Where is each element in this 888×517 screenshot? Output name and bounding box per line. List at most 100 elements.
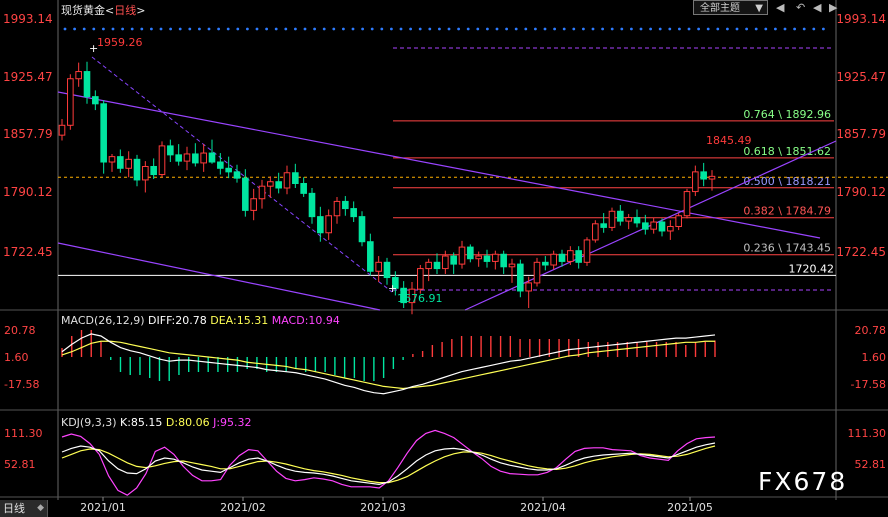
candle-body [458, 246, 466, 265]
event-marker-dot [274, 27, 278, 31]
event-marker-dot [447, 27, 451, 31]
candle-body [233, 171, 241, 179]
theme-dropdown[interactable]: 全部主题 ▼ [693, 0, 768, 15]
candle-body [158, 145, 166, 176]
event-marker-dot [639, 27, 643, 31]
event-marker-dot [783, 27, 787, 31]
event-marker-dot [812, 27, 816, 31]
candle-body [150, 165, 157, 176]
candle-body [692, 171, 699, 193]
candle-body [708, 175, 716, 180]
candle-body [367, 241, 374, 272]
kdj-d-line [61, 445, 716, 484]
event-marker-dot [102, 27, 105, 31]
candle-body [142, 165, 149, 181]
candle-body [267, 181, 274, 187]
event-marker-dot [534, 27, 537, 31]
nav-prev-button[interactable]: ◀ [813, 0, 821, 15]
candle-body [67, 78, 74, 126]
macd-axis-label-left: -17.58 [4, 378, 39, 391]
price-axis-label-left: 1993.14 [3, 12, 53, 26]
candle-body [525, 282, 532, 292]
event-marker-dot [207, 27, 211, 31]
candle-body [600, 223, 607, 228]
candle-body [442, 255, 449, 270]
candle-body [250, 198, 257, 211]
event-marker-dot [178, 27, 182, 31]
candle-body [517, 263, 524, 292]
candle-body [167, 145, 174, 156]
macd-dea: DEA:15.31 [210, 314, 269, 327]
candle-body [200, 152, 207, 164]
event-marker-dot [361, 27, 364, 31]
candle-body [217, 161, 224, 169]
high-marker: + [89, 42, 98, 55]
timeframe-tab[interactable]: 日线 ◆ [0, 500, 48, 517]
event-marker-dot [92, 27, 96, 31]
event-marker-dot [418, 27, 422, 31]
candle-body [100, 103, 107, 163]
kdj-axis-label-left: 52.81 [4, 458, 36, 471]
candle-body [658, 221, 666, 232]
event-marker-dot [390, 27, 393, 31]
event-marker-dot [284, 27, 288, 31]
candle-body [183, 153, 191, 162]
macd-axis-label-right: -17.58 [851, 378, 886, 391]
event-marker-dot [63, 27, 67, 31]
candle-body [592, 223, 599, 241]
kdj-k: K:85.15 [120, 416, 163, 429]
nav-next-button[interactable]: ▶ [829, 0, 837, 15]
event-marker-dot [505, 27, 508, 31]
candle-body [675, 215, 682, 227]
instrument-name: 现货黄金 [61, 4, 105, 17]
candle-body [175, 154, 182, 162]
time-axis-label: 2021/04 [520, 501, 566, 514]
fib-level-label: 0.764 \ 1892.96 [743, 108, 831, 121]
event-marker-dot [706, 27, 710, 31]
event-marker-dot [697, 27, 700, 31]
event-marker-dot [582, 27, 585, 31]
candle-body [500, 253, 507, 268]
event-marker-dot [246, 27, 249, 31]
candle-body [192, 153, 199, 164]
candle-body [117, 156, 124, 169]
candle-body [667, 225, 674, 232]
candle-body [650, 221, 657, 230]
event-marker-dot [150, 27, 153, 31]
low-marker: + [388, 282, 397, 295]
candle-body [75, 71, 82, 80]
event-marker-dot [774, 27, 777, 31]
fib-level-label: 0.236 \ 1743.45 [743, 242, 831, 255]
event-marker-dot [543, 27, 547, 31]
upper-trendline [57, 91, 821, 239]
high-annotation: 1959.26 [97, 36, 143, 49]
candle-body [625, 217, 632, 222]
event-marker-dot [140, 27, 144, 31]
nav-back-button[interactable]: ↶ [796, 0, 805, 15]
event-marker-dot [82, 27, 86, 31]
event-marker-dot [217, 27, 221, 31]
nav-first-button[interactable]: ◀ [776, 0, 784, 15]
event-marker-dot [649, 27, 652, 31]
event-marker-dot [514, 27, 518, 31]
event-marker-dot [236, 27, 240, 31]
event-marker-dot [226, 27, 230, 31]
candle-body [350, 208, 357, 218]
event-marker-dot [668, 27, 672, 31]
event-marker-dot [745, 27, 748, 31]
timeframe-label: 日线 [114, 4, 137, 17]
candle-body [108, 156, 116, 163]
event-marker-dot [735, 27, 739, 31]
candle-body [433, 261, 441, 270]
candle-body [308, 192, 316, 218]
candle-body [700, 171, 707, 180]
macd-axis-label-right: 20.78 [855, 324, 887, 337]
recent-high-annotation: 1845.49 [706, 134, 752, 147]
event-marker-dot [822, 27, 825, 31]
chart-header: 现货黄金<日线> [61, 4, 146, 17]
chart-canvas: 1993.14 1993.14 1925.47 1925.47 1857.79 1857.… [0, 0, 888, 514]
event-marker-dot [495, 27, 499, 31]
candle-body [375, 261, 382, 272]
event-marker-dot [476, 27, 480, 31]
time-axis-label: 2021/01 [80, 501, 126, 514]
